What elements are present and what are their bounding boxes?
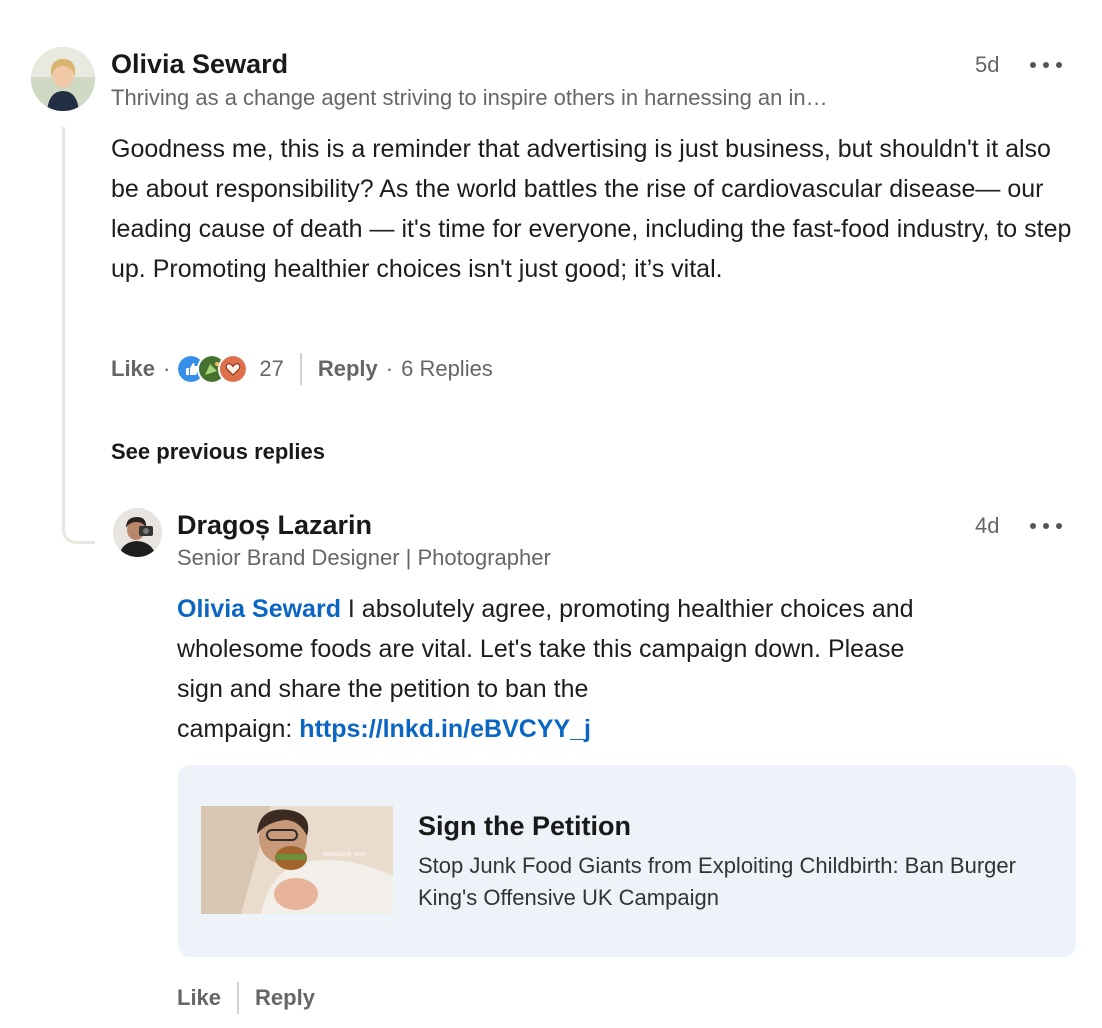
replies-count-link[interactable]: 6 Replies	[401, 356, 493, 382]
reply-body-line-3: sign and share the petition to ban the	[177, 675, 589, 703]
comment-reply-button[interactable]: Reply	[318, 356, 378, 382]
reply-reply-button[interactable]: Reply	[255, 985, 315, 1011]
mention-link[interactable]: Olivia Seward	[177, 595, 341, 623]
reply-actions: Like Reply	[177, 981, 315, 1015]
comment-like-button[interactable]: Like	[111, 356, 155, 382]
reply-text-1: I absolutely agree, promoting healthier …	[340, 595, 914, 623]
reactions-group[interactable]	[176, 354, 249, 384]
comment-body: Goodness me, this is a reminder that adv…	[111, 135, 1072, 283]
reply-body-line-1: Olivia Seward I absolutely agree, promot…	[177, 589, 1077, 629]
reply-more-options-icon[interactable]	[1030, 521, 1062, 531]
reply-like-button[interactable]: Like	[177, 985, 221, 1011]
reply-timestamp: 4d	[975, 513, 1000, 538]
reply-body-line-4: campaign: https://lnkd.in/eBVCYY_j	[177, 709, 1077, 749]
thumbnail-caption: ARRIVED AT 14:07	[323, 852, 366, 858]
reply-text-4: campaign:	[177, 715, 300, 743]
separator-dot: ·	[385, 356, 394, 381]
reply-author-headline: Senior Brand Designer | Photographer	[177, 545, 551, 570]
link-preview-description: Stop Junk Food Giants from Exploiting Ch…	[418, 853, 1016, 910]
petition-link[interactable]: https://lnkd.in/eBVCYY_j	[299, 715, 591, 743]
reply-body: Olivia Seward I absolutely agree, promot…	[177, 589, 1077, 749]
reaction-count[interactable]: 27	[259, 356, 283, 382]
action-divider	[299, 353, 302, 385]
comment-author-name[interactable]: Olivia Seward	[111, 49, 288, 80]
reply-author-name[interactable]: Dragoș Lazarin	[177, 510, 372, 541]
link-preview-title[interactable]: Sign the Petition	[418, 811, 631, 842]
dragos-avatar[interactable]	[113, 508, 162, 557]
comment-author-headline: Thriving as a change agent striving to i…	[111, 85, 828, 110]
olivia-avatar[interactable]	[31, 47, 95, 111]
see-previous-replies-link[interactable]: See previous replies	[111, 439, 325, 465]
separator-dot: ·	[163, 356, 171, 381]
link-preview-card[interactable]: ARRIVED AT 14:07 Sign the Petition Stop …	[178, 765, 1076, 957]
action-divider	[237, 982, 240, 1014]
love-reaction-icon	[218, 354, 249, 384]
link-preview-thumbnail: ARRIVED AT 14:07	[201, 806, 393, 914]
thread-line	[62, 127, 95, 544]
comment-timestamp: 5d	[975, 52, 1000, 77]
comment-more-options-icon[interactable]	[1030, 60, 1062, 70]
reply-body-line-2: wholesome foods are vital. Let's take th…	[177, 635, 905, 663]
comment-actions: Like · 27 Reply · 6 Replies	[111, 352, 493, 386]
